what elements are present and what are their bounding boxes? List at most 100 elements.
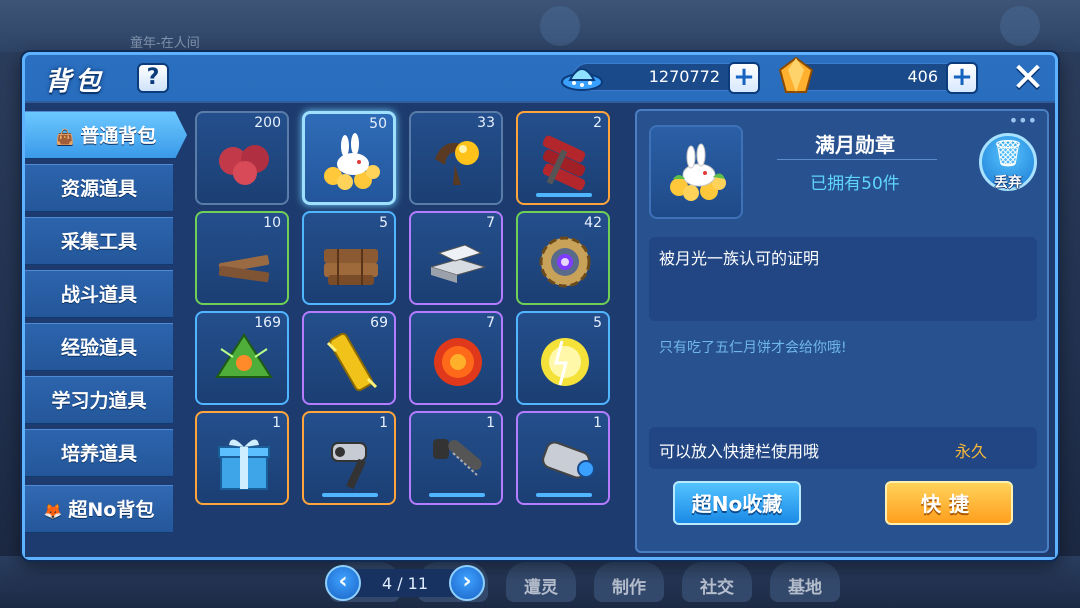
category-label: 培养道具 <box>60 443 137 465</box>
golden-orb-claw-icon <box>435 141 479 185</box>
category-label: 战斗道具 <box>60 284 137 306</box>
item-count: 1 <box>379 415 388 431</box>
item-count: 5 <box>593 315 602 331</box>
detail-item-frame <box>649 125 743 219</box>
item-slot[interactable]: 2 <box>516 111 610 205</box>
category-tab-combat[interactable]: 战斗道具 <box>25 270 173 318</box>
discard-label: 丢弃 <box>994 175 1022 191</box>
moon-rabbit-medal-icon <box>670 143 726 201</box>
add-gems-button[interactable]: + <box>946 62 978 94</box>
bg-nav-item: 制作 <box>594 562 664 602</box>
item-slot[interactable]: 5 <box>302 211 396 305</box>
category-tab-resources[interactable]: 资源道具 <box>25 164 173 212</box>
usage-text: 可以放入快捷栏使用哦 <box>659 442 820 461</box>
ufo-coin-icon <box>561 68 603 91</box>
item-slot[interactable]: 7 <box>409 311 503 405</box>
durability-bar <box>429 493 485 497</box>
close-button[interactable]: ✕ <box>1009 58 1047 98</box>
pager: ‹ 4 / 11 › <box>325 565 485 601</box>
currency-gems: 406 + <box>778 56 978 94</box>
item-slot[interactable]: 42 <box>516 211 610 305</box>
item-slot[interactable]: 1 <box>409 411 503 505</box>
item-slot[interactable]: 7 <box>409 211 503 305</box>
item-slot[interactable]: 1 <box>516 411 610 505</box>
category-tab-normal[interactable]: 👜 普通背包 <box>25 111 187 159</box>
canister-icon <box>542 441 595 479</box>
item-slot[interactable]: 1 <box>302 411 396 505</box>
red-balloons-icon <box>219 145 269 185</box>
item-slot[interactable]: 33 <box>409 111 503 205</box>
item-slot[interactable]: 50 <box>302 111 396 205</box>
item-slot[interactable]: 10 <box>195 211 289 305</box>
hammer-drill-icon <box>331 442 367 490</box>
chainsaw-icon <box>433 439 482 476</box>
category-label: 资源道具 <box>60 178 137 200</box>
category-tab-super-no[interactable]: 🦊 超No背包 <box>25 485 173 533</box>
category-tab-training[interactable]: 培养道具 <box>25 429 173 477</box>
wood-planks-icon <box>218 255 270 283</box>
durability-bar <box>322 493 378 497</box>
item-description: 被月光一族认可的证明 <box>659 249 820 268</box>
item-slot[interactable]: 69 <box>302 311 396 405</box>
window-title: 背包 <box>45 67 106 97</box>
item-count: 1 <box>593 415 602 431</box>
fox-icon: 🦊 <box>43 502 63 520</box>
more-icon: ••• <box>1008 111 1037 130</box>
item-count: 5 <box>379 215 388 231</box>
backpack-body: 👜 普通背包 资源道具 采集工具 战斗道具 经验道具 学习力道具 培养道具 🦊 超N… <box>25 101 1055 601</box>
golden-tube-icon <box>326 332 378 392</box>
bag-icon: 👜 <box>55 128 75 146</box>
backpack-window: 背包 ? 1270772 + 406 + ✕ 👜 普通背包 资源道具 采集工具 … <box>22 52 1058 601</box>
category-label: 超No背包 <box>68 499 155 521</box>
category-label: 普通背包 <box>80 125 157 147</box>
item-detail-panel: ••• 满月勋章 已拥有50件 🗑 丢弃 被月光一族认可的证明 只有吃了五仁月饼… <box>635 109 1049 553</box>
category-tab-learning[interactable]: 学习力道具 <box>25 376 173 424</box>
discard-button[interactable]: 🗑 丢弃 <box>979 133 1037 191</box>
dynamite-bundle-icon <box>542 135 586 191</box>
item-count: 42 <box>584 215 602 231</box>
add-coins-button[interactable]: + <box>728 62 760 94</box>
item-name: 满月勋章 <box>815 133 895 157</box>
help-button[interactable]: ? <box>137 63 169 93</box>
item-count: 169 <box>254 315 281 331</box>
gem-amount: 406 <box>907 67 938 86</box>
category-tab-gathering[interactable]: 采集工具 <box>25 217 173 265</box>
quick-slot-button[interactable]: 快捷 <box>885 481 1013 525</box>
bg-nav-item: 社交 <box>682 562 752 602</box>
lightning-orb-icon <box>541 338 589 386</box>
item-count: 2 <box>593 115 602 131</box>
title-bar: 背包 ? 1270772 + 406 + ✕ <box>25 55 1055 99</box>
description-box: 被月光一族认可的证明 <box>649 237 1037 321</box>
next-page-button[interactable]: › <box>449 565 485 601</box>
item-count: 50 <box>369 116 387 132</box>
coin-amount: 1270772 <box>648 67 720 86</box>
item-flavor-text: 只有吃了五仁月饼才会给你哦! <box>659 340 847 356</box>
item-count: 1 <box>272 415 281 431</box>
trash-icon: 🗑 <box>991 139 1025 169</box>
item-count: 1 <box>486 415 495 431</box>
category-tab-exp[interactable]: 经验道具 <box>25 323 173 371</box>
green-crystal-icon <box>215 333 273 378</box>
category-label: 学习力道具 <box>51 390 147 412</box>
item-slot[interactable]: 200 <box>195 111 289 205</box>
currency-coins: 1270772 + <box>561 62 760 94</box>
item-count: 7 <box>486 215 495 231</box>
gift-box-icon <box>218 439 270 490</box>
item-slot[interactable]: 1 <box>195 411 289 505</box>
background-circle <box>540 6 580 46</box>
bg-nav-item: 遭灵 <box>506 562 576 602</box>
item-slot[interactable]: 169 <box>195 311 289 405</box>
background-caption: 童年-在人间 <box>130 36 200 51</box>
item-slot[interactable]: 5 <box>516 311 610 405</box>
item-count: 33 <box>477 115 495 131</box>
item-owned-count: 已拥有50件 <box>810 174 900 194</box>
durability-bar <box>536 493 592 497</box>
category-label: 采集工具 <box>60 231 137 253</box>
gear-core-icon <box>539 236 591 288</box>
name-divider <box>777 159 937 160</box>
collect-button[interactable]: 超No收藏 <box>673 481 801 525</box>
bg-nav-item: 基地 <box>770 562 840 602</box>
duration-text: 永久 <box>954 442 987 461</box>
usage-box: 可以放入快捷栏使用哦 永久 <box>649 427 1037 469</box>
item-count: 10 <box>263 215 281 231</box>
